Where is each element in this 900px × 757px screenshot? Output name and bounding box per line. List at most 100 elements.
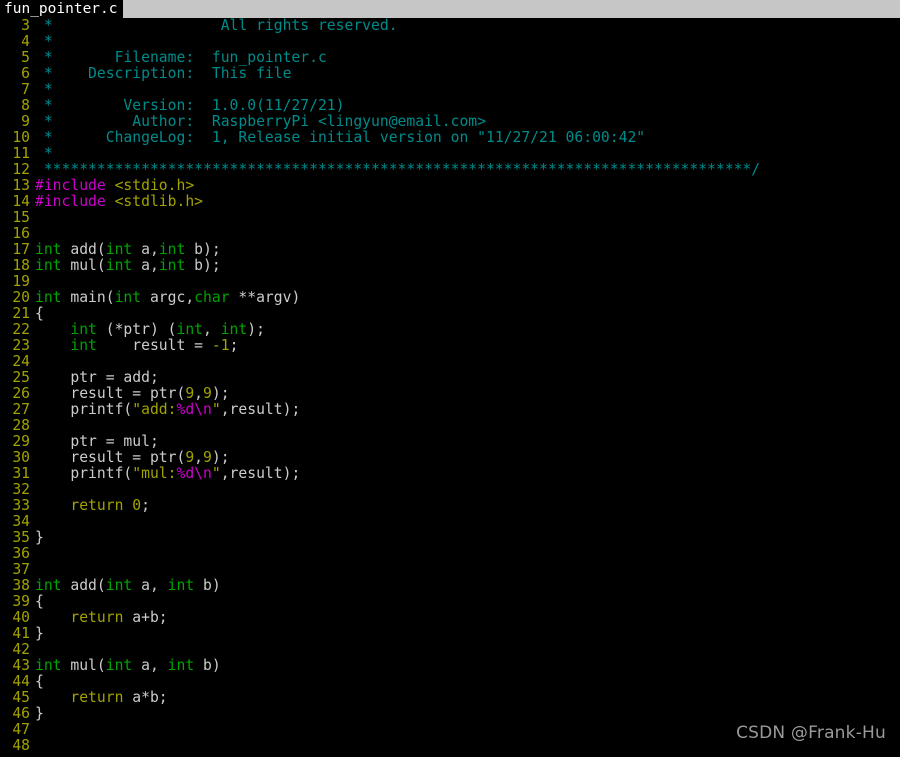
- line-content[interactable]: *: [35, 145, 53, 162]
- code-line[interactable]: 22 int (*ptr) (int, int);: [0, 322, 900, 338]
- line-content[interactable]: {: [35, 305, 44, 322]
- line-content[interactable]: {: [35, 593, 44, 610]
- line-content[interactable]: int (*ptr) (int, int);: [35, 321, 265, 338]
- line-content[interactable]: *: [35, 81, 53, 98]
- line-content[interactable]: ptr = add;: [35, 369, 159, 386]
- line-content[interactable]: printf("add:%d\n",result);: [35, 401, 300, 418]
- token-string: "mul:: [132, 465, 177, 482]
- line-content[interactable]: int mul(int a, int b): [35, 657, 221, 674]
- code-line[interactable]: 28: [0, 418, 900, 434]
- code-line[interactable]: 33 return 0;: [0, 498, 900, 514]
- line-content[interactable]: int mul(int a,int b);: [35, 257, 221, 274]
- line-content[interactable]: }: [35, 529, 44, 546]
- tab-fun-pointer-c[interactable]: fun_pointer.c: [0, 0, 123, 18]
- code-line[interactable]: 23 int result = -1;: [0, 338, 900, 354]
- line-content[interactable]: *: [35, 33, 53, 50]
- code-line[interactable]: 44 {: [0, 674, 900, 690]
- line-content[interactable]: * Author: RaspberryPi <lingyun@email.com…: [35, 113, 486, 130]
- token-pre: #include: [35, 193, 106, 210]
- code-line[interactable]: 29 ptr = mul;: [0, 434, 900, 450]
- code-line[interactable]: 15: [0, 210, 900, 226]
- code-line[interactable]: 37: [0, 562, 900, 578]
- code-line[interactable]: 7 *: [0, 82, 900, 98]
- code-line[interactable]: 48: [0, 738, 900, 754]
- line-number: 28: [12, 417, 30, 434]
- code-line[interactable]: 39 {: [0, 594, 900, 610]
- code-line[interactable]: 35}: [0, 530, 900, 546]
- code-line[interactable]: 36: [0, 546, 900, 562]
- line-content[interactable]: int main(int argc,char **argv): [35, 289, 300, 306]
- code-line[interactable]: 41}: [0, 626, 900, 642]
- line-content[interactable]: }: [35, 705, 44, 722]
- line-content[interactable]: #include <stdlib.h>: [35, 193, 203, 210]
- token-plain: ptr = add;: [35, 369, 159, 386]
- code-line[interactable]: 14 #include <stdlib.h>: [0, 194, 900, 210]
- line-content[interactable]: * Description: This file: [35, 65, 292, 82]
- code-line[interactable]: 17 int add(int a,int b);: [0, 242, 900, 258]
- code-line[interactable]: 12 *************************************…: [0, 162, 900, 178]
- token-comment: * ChangeLog: 1, Release initial version …: [35, 129, 646, 146]
- code-line[interactable]: 21 {: [0, 306, 900, 322]
- code-line[interactable]: 8 * Version: 1.0.0(11/27/21): [0, 98, 900, 114]
- line-content[interactable]: return a*b;: [35, 689, 167, 706]
- line-content[interactable]: printf("mul:%d\n",result);: [35, 465, 300, 482]
- line-content[interactable]: * Version: 1.0.0(11/27/21): [35, 97, 345, 114]
- line-content[interactable]: return 0;: [35, 497, 150, 514]
- line-content[interactable]: * All rights reserved.: [35, 18, 398, 34]
- line-content[interactable]: * ChangeLog: 1, Release initial version …: [35, 129, 645, 146]
- line-number: 5: [21, 49, 30, 66]
- line-content[interactable]: int add(int a,int b);: [35, 241, 221, 258]
- line-content[interactable]: {: [35, 673, 44, 690]
- code-line[interactable]: 46}: [0, 706, 900, 722]
- token-comment: *: [35, 33, 53, 50]
- token-string: ": [211, 401, 221, 418]
- code-line[interactable]: 25 ptr = add;: [0, 370, 900, 386]
- line-content[interactable]: #include <stdio.h>: [35, 177, 194, 194]
- code-line[interactable]: 10 * ChangeLog: 1, Release initial versi…: [0, 130, 900, 146]
- line-content[interactable]: result = ptr(9,9);: [35, 449, 229, 466]
- line-content[interactable]: int add(int a, int b): [35, 577, 221, 594]
- line-number: 37: [12, 561, 30, 578]
- code-line[interactable]: 16: [0, 226, 900, 242]
- code-line[interactable]: 11 *: [0, 146, 900, 162]
- token-plain: {: [35, 593, 44, 610]
- line-content[interactable]: return a+b;: [35, 609, 167, 626]
- code-editor[interactable]: 3 * All rights reserved. 4 * 5 * Filename:…: [0, 18, 900, 757]
- token-comment: *: [35, 81, 53, 98]
- line-content[interactable]: }: [35, 625, 44, 642]
- code-line[interactable]: 18 int mul(int a,int b);: [0, 258, 900, 274]
- line-content[interactable]: result = ptr(9,9);: [35, 385, 229, 402]
- code-line[interactable]: 9 * Author: RaspberryPi <lingyun@email.c…: [0, 114, 900, 130]
- line-content[interactable]: ptr = mul;: [35, 433, 159, 450]
- code-line[interactable]: 42: [0, 642, 900, 658]
- token-plain: ptr = mul;: [35, 433, 159, 450]
- code-line[interactable]: 19: [0, 274, 900, 290]
- token-type: int: [105, 657, 133, 674]
- code-line[interactable]: 38 int add(int a, int b): [0, 578, 900, 594]
- line-content[interactable]: ****************************************…: [35, 161, 760, 178]
- token-number: 9: [203, 385, 212, 402]
- code-line[interactable]: 32: [0, 482, 900, 498]
- line-number: 7: [21, 81, 30, 98]
- token-comment: * Filename: fun_pointer.c: [35, 49, 327, 66]
- code-line[interactable]: 40 return a+b;: [0, 610, 900, 626]
- code-line[interactable]: 30 result = ptr(9,9);: [0, 450, 900, 466]
- code-line[interactable]: 45 return a*b;: [0, 690, 900, 706]
- code-line[interactable]: 20 int main(int argc,char **argv): [0, 290, 900, 306]
- code-line[interactable]: 6 * Description: This file: [0, 66, 900, 82]
- code-line[interactable]: 27 printf("add:%d\n",result);: [0, 402, 900, 418]
- code-line[interactable]: 43 int mul(int a, int b): [0, 658, 900, 674]
- code-line[interactable]: 4 *: [0, 34, 900, 50]
- code-line[interactable]: 26 result = ptr(9,9);: [0, 386, 900, 402]
- code-line[interactable]: 24: [0, 354, 900, 370]
- code-line[interactable]: 31 printf("mul:%d\n",result);: [0, 466, 900, 482]
- code-line[interactable]: 47: [0, 722, 900, 738]
- code-line[interactable]: 13 #include <stdio.h>: [0, 178, 900, 194]
- line-content[interactable]: int result = -1;: [35, 337, 238, 354]
- code-line[interactable]: 34: [0, 514, 900, 530]
- line-content[interactable]: * Filename: fun_pointer.c: [35, 49, 327, 66]
- code-line[interactable]: 5 * Filename: fun_pointer.c: [0, 50, 900, 66]
- code-line[interactable]: 3 * All rights reserved.: [0, 18, 900, 34]
- code-lines-container[interactable]: 3 * All rights reserved. 4 * 5 * Filename:…: [0, 18, 900, 757]
